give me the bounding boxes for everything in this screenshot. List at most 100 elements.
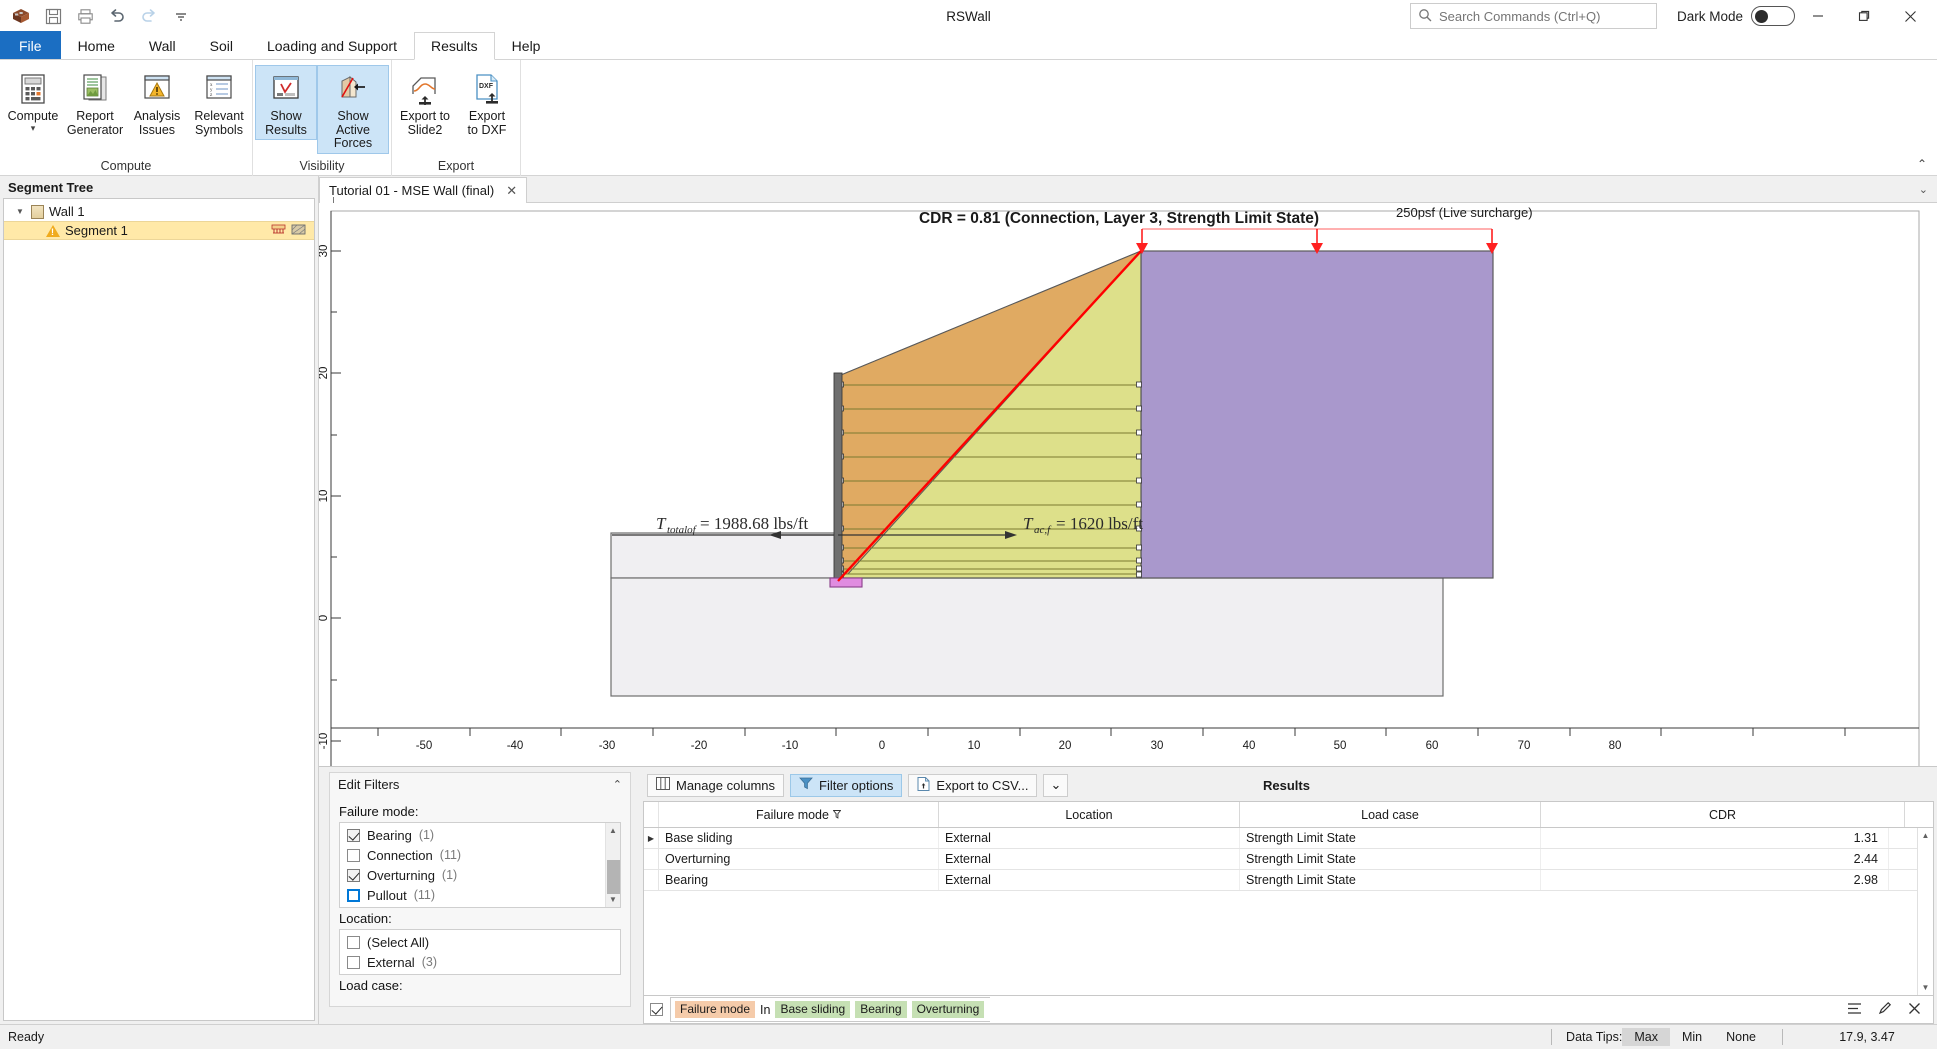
ribbon-tab-wall[interactable]: Wall <box>132 31 193 59</box>
scroll-up-icon[interactable]: ▲ <box>1922 828 1930 843</box>
ribbon-tab-soil[interactable]: Soil <box>193 31 250 59</box>
close-icon[interactable]: ✕ <box>506 183 517 199</box>
print-icon[interactable] <box>70 3 100 29</box>
filter-item-connection[interactable]: Connection (11) <box>340 845 605 865</box>
hamburger-icon[interactable] <box>1847 1002 1862 1018</box>
table-row[interactable]: ▶ Base sliding External Strength Limit S… <box>644 828 1917 849</box>
overturning-checkbox[interactable] <box>347 868 360 882</box>
soil-symbol-icon[interactable] <box>291 223 306 239</box>
expand-arrow-icon[interactable]: ▼ <box>16 207 26 216</box>
filter-item-pullout[interactable]: Pullout (11) <box>340 885 605 905</box>
column-header-location[interactable]: Location <box>939 802 1240 827</box>
filter-enabled-checkbox[interactable] <box>650 1003 663 1016</box>
compute-button[interactable]: Compute ▾ <box>2 65 64 135</box>
column-header-cdr[interactable]: CDR <box>1541 802 1905 827</box>
chevron-down-icon[interactable]: ⌄ <box>1919 183 1937 196</box>
results-grid[interactable]: Failure mode Location Load case CDR ▶ Ba… <box>643 801 1934 996</box>
scroll-thumb[interactable] <box>606 860 620 894</box>
filter-item-select-all[interactable]: (Select All) <box>340 932 620 952</box>
edit-filters-header[interactable]: Edit Filters ⌃ <box>329 772 631 795</box>
filter-options-button[interactable]: Filter options <box>790 773 903 797</box>
results-panel: Manage columns Filter options Export to … <box>639 767 1937 1024</box>
manage-columns-button[interactable]: Manage columns <box>647 773 784 797</box>
export-csv-button[interactable]: Export to CSV... <box>908 773 1038 797</box>
failure-mode-list[interactable]: Bearing (1) Connection (11) Overturning … <box>339 822 621 908</box>
active-filter-bar: Failure mode In Base sliding Bearing Ove… <box>643 996 1934 1024</box>
close-icon[interactable] <box>1908 1002 1921 1018</box>
ribbon-tab-file[interactable]: File <box>0 31 61 59</box>
ribbon-tab-home[interactable]: Home <box>61 31 132 59</box>
collapse-ribbon-icon[interactable]: ⌃ <box>1917 157 1927 171</box>
bearing-checkbox[interactable] <box>347 828 360 842</box>
data-tips-max-button[interactable]: Max <box>1622 1028 1670 1046</box>
export-to-slide2-button[interactable]: Export to Slide2 <box>394 65 456 140</box>
data-tips-min-button[interactable]: Min <box>1670 1028 1714 1046</box>
data-tips-none-button[interactable]: None <box>1714 1028 1768 1046</box>
dark-mode-toggle[interactable] <box>1751 6 1795 26</box>
column-header-failure-mode[interactable]: Failure mode <box>659 802 939 827</box>
column-header-load-case[interactable]: Load case <box>1240 802 1541 827</box>
export-dxf-icon: DXF <box>470 70 504 108</box>
table-row[interactable]: Bearing External Strength Limit State 2.… <box>644 870 1917 891</box>
filter-item-overturning[interactable]: Overturning (1) <box>340 865 605 885</box>
show-results-button[interactable]: Show Results <box>255 65 317 140</box>
analysis-issues-button[interactable]: Analysis Issues <box>126 65 188 140</box>
app-logo-icon[interactable] <box>6 3 36 29</box>
minimize-button[interactable] <box>1795 0 1841 32</box>
show-active-forces-button[interactable]: Show Active Forces <box>317 65 389 154</box>
filter-value-tag-bearing[interactable]: Bearing <box>855 1001 907 1018</box>
external-checkbox[interactable] <box>347 955 360 969</box>
current-row-indicator: ▶ <box>644 828 659 848</box>
table-row[interactable]: Overturning External Strength Limit Stat… <box>644 849 1917 870</box>
report-generator-button[interactable]: Report Generator <box>64 65 126 140</box>
scroll-track[interactable] <box>606 838 621 894</box>
filter-item-bearing[interactable]: Bearing (1) <box>340 825 605 845</box>
undo-icon[interactable] <box>102 3 132 29</box>
select-all-checkbox[interactable] <box>347 935 360 949</box>
compute-dropdown-icon[interactable]: ▾ <box>31 123 36 132</box>
analysis-issues-label-l2: Issues <box>138 122 176 137</box>
ribbon-tab-loading-and-support[interactable]: Loading and Support <box>250 31 414 59</box>
export-to-dxf-button[interactable]: DXF Export to DXF <box>456 65 518 140</box>
scroll-up-icon[interactable]: ▲ <box>609 823 617 838</box>
ribbon-tab-results[interactable]: Results <box>413 32 495 60</box>
tree-node-segment-1[interactable]: Segment 1 <box>4 221 314 240</box>
export-slide2-label-l2: Slide2 <box>407 122 443 137</box>
bottom-panel: Edit Filters ⌃ Failure mode: Bearing (1) <box>319 766 1937 1024</box>
bearing-label: Bearing <box>367 827 412 843</box>
failure-mode-scrollbar[interactable]: ▲ ▼ <box>605 823 620 907</box>
filter-item-external[interactable]: External (3) <box>340 952 620 972</box>
ribbon-tab-help[interactable]: Help <box>495 31 558 59</box>
filter-expression[interactable]: Failure mode In Base sliding Bearing Ove… <box>670 997 991 1022</box>
compute-label: Compute <box>7 109 59 123</box>
export-dropdown-button[interactable]: ⌄ <box>1043 773 1069 797</box>
wall-diagram-canvas[interactable]: CDR = 0.81 (Connection, Layer 3, Strengt… <box>319 203 1937 766</box>
results-vertical-scrollbar[interactable]: ▲ ▼ <box>1917 828 1933 995</box>
filter-value-tag-base-sliding[interactable]: Base sliding <box>775 1001 851 1018</box>
segment-tree[interactable]: ▼ Wall 1 Segment 1 <box>3 198 315 1021</box>
relevant-symbols-button[interactable]: xyz Relevant Symbols <box>188 65 250 140</box>
scroll-down-icon[interactable]: ▼ <box>1922 980 1930 995</box>
tree-node-wall-1[interactable]: ▼ Wall 1 <box>4 202 314 221</box>
filter-value-tag-overturning[interactable]: Overturning <box>911 1001 985 1018</box>
filter-operator[interactable]: In <box>760 1003 770 1017</box>
pencil-icon[interactable] <box>1878 1001 1892 1018</box>
connection-checkbox[interactable] <box>347 848 360 862</box>
close-button[interactable] <box>1887 0 1933 32</box>
filter-field-tag[interactable]: Failure mode <box>675 1001 756 1018</box>
failure-mode-label: Failure mode: <box>339 804 419 819</box>
main-area: Segment Tree ▼ Wall 1 Segment 1 <box>0 176 1937 1024</box>
location-list[interactable]: (Select All) External (3) <box>339 929 621 975</box>
redo-icon[interactable] <box>134 3 164 29</box>
customize-qat-icon[interactable] <box>166 3 196 29</box>
chevron-up-icon[interactable]: ⌃ <box>613 778 622 791</box>
scroll-down-icon[interactable]: ▼ <box>609 892 617 907</box>
support-symbol-icon[interactable] <box>271 223 286 239</box>
search-input[interactable] <box>1438 8 1649 24</box>
save-icon[interactable] <box>38 3 68 29</box>
search-box[interactable] <box>1409 3 1657 29</box>
pullout-checkbox[interactable] <box>347 888 360 902</box>
show-active-forces-label-l2: Forces <box>333 136 373 150</box>
maximize-button[interactable] <box>1841 0 1887 32</box>
document-tab-tutorial-01[interactable]: Tutorial 01 - MSE Wall (final) ✕ <box>319 177 528 207</box>
